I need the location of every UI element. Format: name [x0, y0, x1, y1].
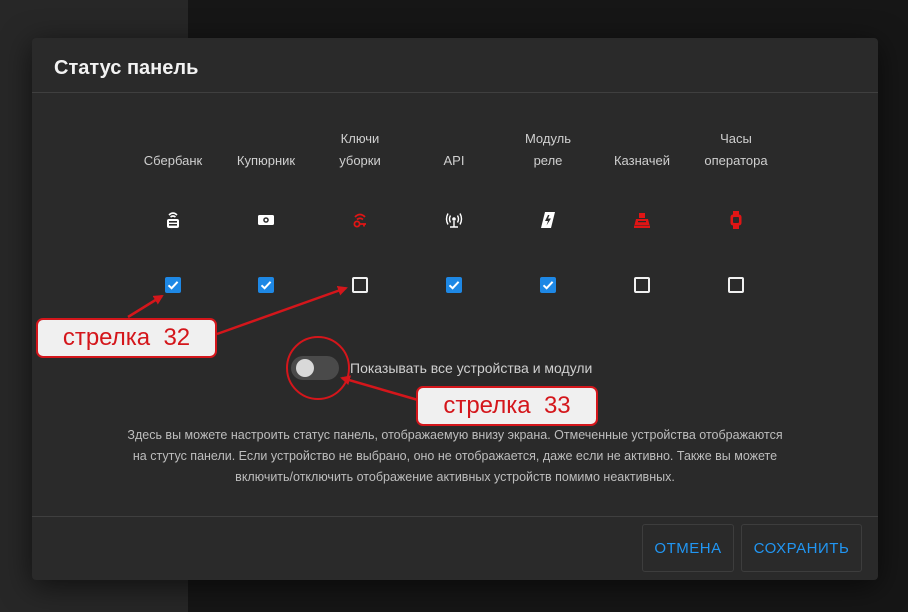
checkbox-bill-acceptor[interactable]: [258, 277, 274, 293]
annotation-callout-33: стрелка 33: [416, 386, 598, 426]
broadcast-icon: [444, 210, 464, 230]
watch-icon: [726, 210, 746, 230]
device-label: Купюрник: [236, 153, 296, 168]
footer-divider: [32, 516, 878, 517]
status-panel-dialog: Статус панель Сбербанк Купюрник Ключи уб…: [32, 38, 878, 580]
cash-register-icon: [632, 210, 652, 230]
device-label: Модуль реле: [524, 131, 572, 168]
title-divider: [32, 92, 878, 93]
toggle-label: Показывать все устройства и модули: [350, 360, 593, 376]
pos-terminal-icon: [163, 210, 183, 230]
key-icon: [350, 210, 370, 230]
checkbox-treasurer[interactable]: [634, 277, 650, 293]
dialog-title: Статус панель: [54, 57, 199, 79]
help-line: Здесь вы можете настроить статус панель,…: [127, 428, 783, 442]
cancel-button[interactable]: ОТМЕНА: [642, 524, 734, 572]
annotation-callout-32: стрелка 32: [36, 318, 217, 358]
help-text: Здесь вы можете настроить статус панель,…: [92, 425, 818, 488]
device-label: Сбербанк: [143, 153, 203, 168]
device-label: Часы оператора: [704, 131, 768, 168]
save-button[interactable]: СОХРАНИТЬ: [741, 524, 862, 572]
relay-icon: [538, 210, 558, 230]
banknote-icon: [256, 210, 276, 230]
help-line: включить/отключить отображение активных …: [235, 470, 675, 484]
device-label: Ключи уборки: [339, 131, 381, 168]
checkbox-api[interactable]: [446, 277, 462, 293]
checkbox-cleaning-keys[interactable]: [352, 277, 368, 293]
checkbox-sberbank[interactable]: [165, 277, 181, 293]
checkbox-operator-watch[interactable]: [728, 277, 744, 293]
device-label: API: [443, 153, 465, 168]
annotation-circle: [286, 336, 350, 400]
help-line: на стутус панели. Если устройство не выб…: [132, 449, 778, 463]
checkbox-relay-module[interactable]: [540, 277, 556, 293]
device-label: Казначей: [613, 153, 670, 168]
